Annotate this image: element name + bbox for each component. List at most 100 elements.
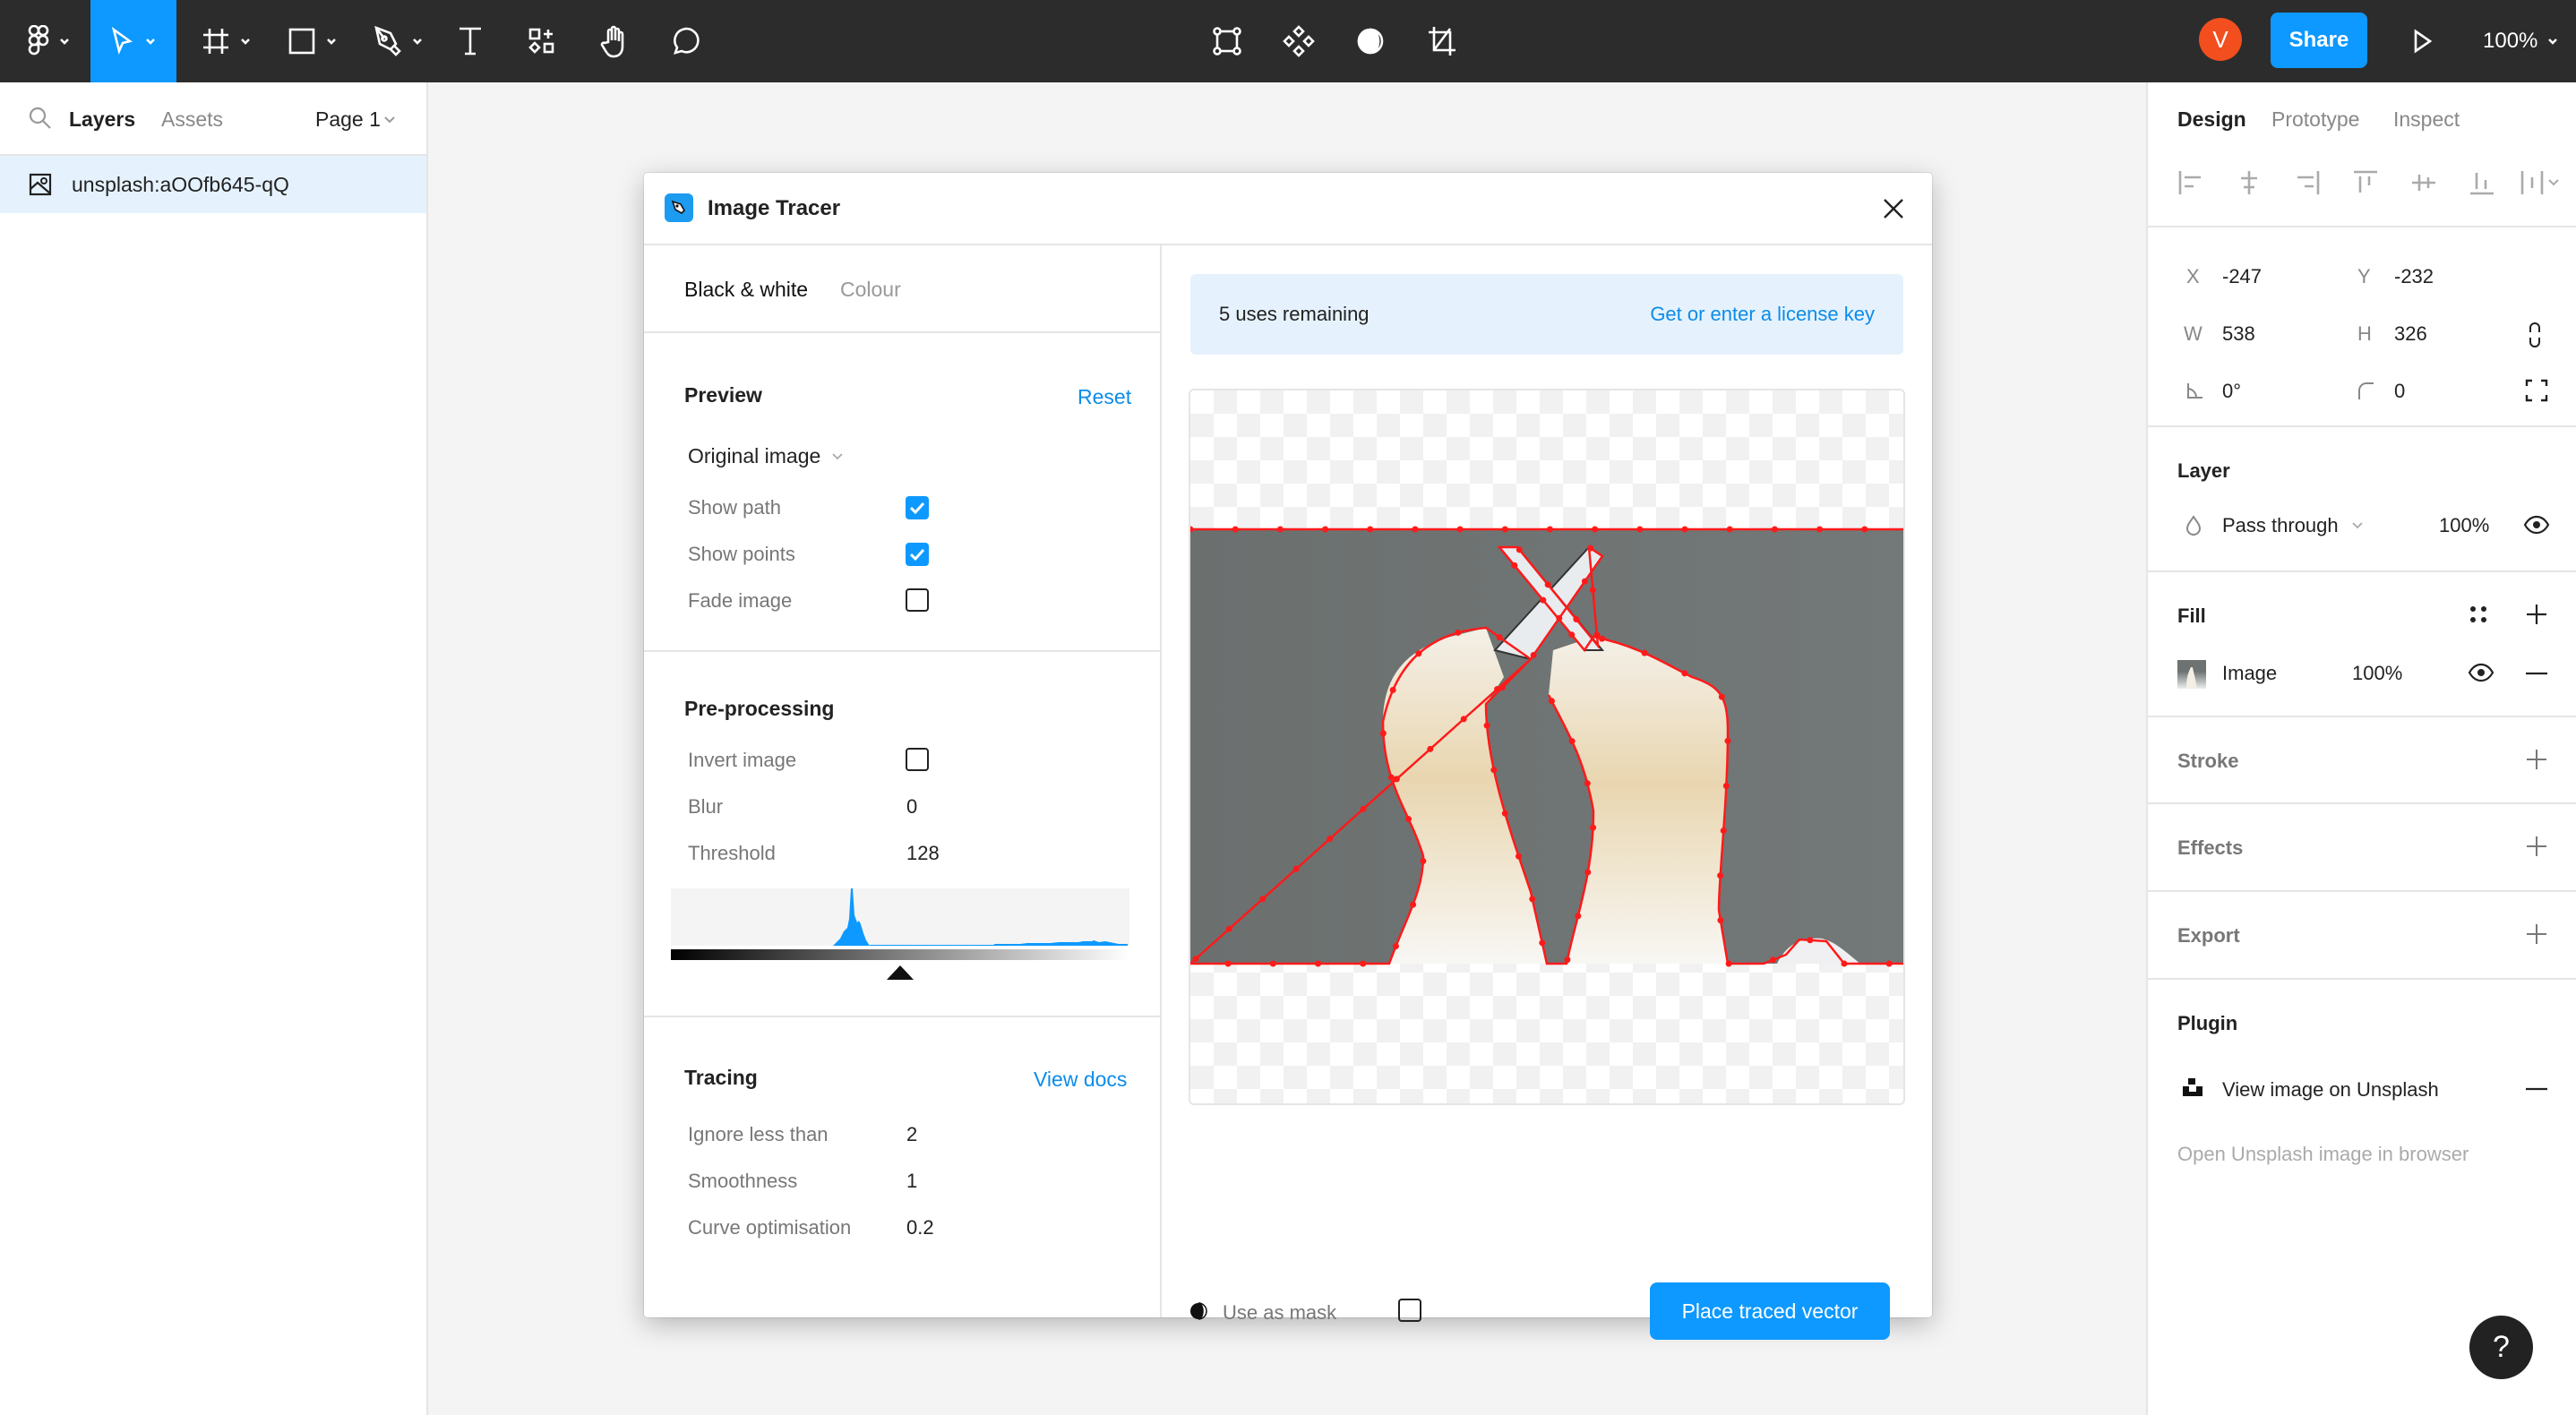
threshold-label: Threshold (688, 842, 776, 864)
add-fill-icon[interactable] (2526, 604, 2547, 625)
smoothness-value[interactable]: 1 (906, 1170, 917, 1193)
tab-assets[interactable]: Assets (161, 107, 223, 132)
main-menu-button[interactable] (18, 0, 81, 82)
invert-image-label: Invert image (688, 749, 797, 771)
page-selector[interactable]: Page 1 (315, 107, 381, 132)
constrain-proportions-icon[interactable] (2528, 322, 2542, 348)
comment-tool-button[interactable] (663, 0, 708, 82)
rotation-input[interactable]: 0° (2222, 380, 2241, 403)
hand-tool-button[interactable] (591, 0, 636, 82)
stroke-heading: Stroke (2177, 750, 2239, 772)
remove-fill-icon[interactable] (2526, 672, 2547, 675)
trace-point (1718, 693, 1725, 700)
blur-value[interactable]: 0 (906, 795, 917, 819)
chevron-down-icon (2548, 39, 2558, 45)
eye-icon[interactable] (2523, 515, 2550, 535)
eye-icon[interactable] (2468, 663, 2494, 682)
help-button[interactable]: ? (2469, 1316, 2533, 1379)
tab-colour[interactable]: Colour (840, 278, 901, 302)
image-tracer-dialog: Image Tracer Black & white Colour Previe… (644, 173, 1932, 1340)
tab-inspect[interactable]: Inspect (2393, 107, 2460, 132)
trace-point (1771, 526, 1778, 533)
tab-prototype[interactable]: Prototype (2271, 107, 2359, 132)
reset-link[interactable]: Reset (1078, 385, 1131, 409)
user-avatar[interactable]: V (2199, 18, 2242, 61)
threshold-value[interactable]: 128 (906, 842, 940, 865)
align-bottom-icon[interactable] (2469, 169, 2495, 196)
layer-opacity-input[interactable]: 100% (2439, 514, 2489, 537)
fill-type-label[interactable]: Image (2222, 662, 2277, 685)
add-export-icon[interactable] (2526, 923, 2547, 945)
trace-point (1490, 767, 1498, 774)
left-panel-tabs: Layers Assets Page 1 (0, 82, 426, 156)
x-input[interactable]: -247 (2222, 265, 2262, 288)
search-icon[interactable] (29, 107, 52, 130)
align-top-icon[interactable] (2352, 169, 2379, 196)
curve-optimisation-value[interactable]: 0.2 (906, 1216, 934, 1239)
trace-point (1584, 780, 1591, 787)
align-horizontal-center-icon[interactable] (2236, 169, 2263, 196)
tab-design[interactable]: Design (2177, 107, 2246, 132)
remove-plugin-icon[interactable] (2526, 1087, 2547, 1091)
rotation-icon (2187, 383, 2202, 399)
pen-tool-button[interactable] (367, 0, 430, 82)
license-key-link[interactable]: Get or enter a license key (1650, 303, 1875, 326)
trace-point (1427, 745, 1434, 752)
zoom-dropdown[interactable]: 100% (2483, 0, 2559, 82)
close-icon[interactable] (1881, 196, 1906, 221)
align-right-icon[interactable] (2294, 169, 2321, 196)
show-path-checkbox[interactable] (906, 496, 929, 519)
fill-image-thumbnail[interactable] (2177, 660, 2206, 689)
trace-point (1904, 844, 1906, 850)
threshold-slider-handle[interactable] (887, 965, 914, 980)
move-tool-button[interactable] (90, 0, 176, 82)
align-left-icon[interactable] (2177, 169, 2204, 196)
mask-button[interactable] (1348, 0, 1393, 82)
effects-section: Effects (2148, 804, 2576, 892)
w-input[interactable]: 538 (2222, 322, 2255, 346)
fill-opacity-input[interactable]: 100% (2352, 662, 2402, 685)
frame-tool-button[interactable] (195, 0, 258, 82)
create-component-button[interactable] (1276, 0, 1321, 82)
use-as-mask-checkbox[interactable] (1398, 1299, 1421, 1322)
ignore-less-than-value[interactable]: 2 (906, 1123, 917, 1146)
preview-view-select[interactable]: Original image (688, 444, 844, 468)
trace-point (1904, 619, 1906, 625)
view-docs-link[interactable]: View docs (1034, 1068, 1127, 1092)
edit-object-button[interactable] (1205, 0, 1249, 82)
style-grid-icon[interactable] (2468, 604, 2489, 625)
curve-optimisation-label: Curve optimisation (688, 1216, 852, 1239)
corner-radius-input[interactable]: 0 (2394, 380, 2405, 403)
trace-point (1322, 526, 1329, 533)
trace-point (1904, 708, 1906, 715)
plugin-hint[interactable]: Open Unsplash image in browser (2177, 1143, 2469, 1166)
independent-corners-icon[interactable] (2525, 379, 2548, 402)
place-traced-vector-button[interactable]: Place traced vector (1650, 1282, 1890, 1340)
trace-point (1589, 587, 1596, 594)
distribute-icon[interactable] (2520, 169, 2564, 196)
shape-tool-button[interactable] (281, 0, 344, 82)
x-label: X (2186, 265, 2200, 287)
text-tool-button[interactable] (448, 0, 493, 82)
plugin-item-label[interactable]: View image on Unsplash (2222, 1078, 2439, 1102)
fade-image-checkbox[interactable] (906, 588, 929, 612)
trace-point (1548, 698, 1555, 705)
show-points-checkbox[interactable] (906, 543, 929, 566)
crop-icon (1429, 27, 1455, 56)
align-vertical-center-icon[interactable] (2410, 169, 2437, 196)
blend-mode-select[interactable]: Pass through (2222, 514, 2364, 537)
trace-point (1420, 857, 1427, 864)
w-label: W (2184, 322, 2202, 345)
y-input[interactable]: -232 (2394, 265, 2434, 288)
layer-item[interactable]: unsplash:aOOfb645-qQ (0, 156, 426, 213)
tab-layers[interactable]: Layers (69, 107, 135, 132)
add-effect-icon[interactable] (2526, 836, 2547, 857)
present-button[interactable] (2400, 0, 2445, 82)
add-stroke-icon[interactable] (2526, 749, 2547, 770)
share-button[interactable]: Share (2271, 13, 2367, 68)
invert-image-checkbox[interactable] (906, 748, 929, 771)
tab-black-white[interactable]: Black & white (684, 278, 808, 302)
h-input[interactable]: 326 (2394, 322, 2427, 346)
crop-button[interactable] (1420, 0, 1464, 82)
resources-button[interactable] (519, 0, 564, 82)
